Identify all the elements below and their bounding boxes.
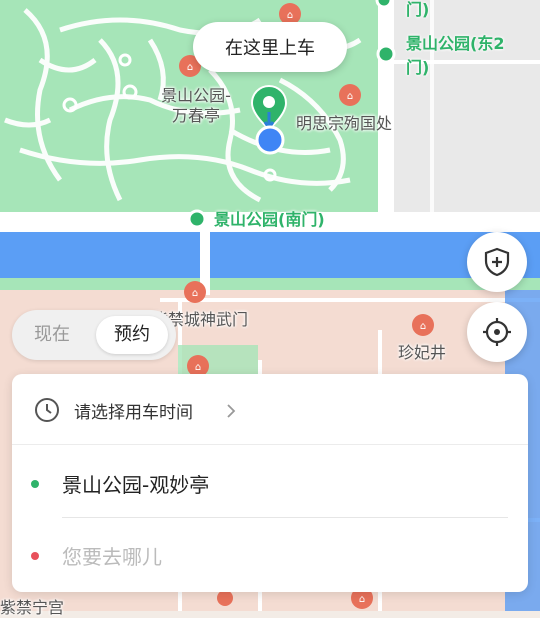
moat — [0, 232, 540, 278]
clock-icon — [35, 398, 59, 422]
time-select-row[interactable]: 请选择用车时间 — [12, 374, 528, 445]
poi-top-partial: 门) — [406, 0, 430, 19]
origin-text: 景山公园-观妙亭 — [62, 473, 210, 497]
safety-button[interactable] — [467, 232, 527, 292]
mode-book-option[interactable]: 预约 — [96, 316, 168, 354]
mode-now-option[interactable]: 现在 — [34, 310, 70, 360]
poi-zhenfei-well[interactable]: 珍妃井 — [398, 343, 446, 363]
current-location-dot — [255, 125, 285, 155]
svg-text:⌂: ⌂ — [187, 62, 193, 73]
origin-row[interactable]: 景山公园-观妙亭 — [12, 446, 528, 516]
pickup-bubble[interactable]: 在这里上车 — [193, 22, 347, 72]
destination-dot — [31, 552, 39, 560]
panel-divider — [62, 517, 508, 518]
svg-text:⌂: ⌂ — [359, 594, 365, 605]
chevron-right-icon — [227, 404, 236, 418]
svg-text:⌂: ⌂ — [420, 321, 426, 332]
destination-row[interactable]: 您要去哪儿 — [12, 520, 528, 590]
destination-input[interactable]: 您要去哪儿 — [62, 541, 162, 570]
poi-east-gate-line1[interactable]: 景山公园(东2 — [406, 34, 504, 54]
svg-text:⌂: ⌂ — [287, 10, 293, 21]
shield-plus-icon — [484, 247, 510, 277]
svg-text:⌂: ⌂ — [347, 91, 353, 102]
ride-panel: 请选择用车时间 景山公园-观妙亭 您要去哪儿 — [12, 374, 528, 592]
poi-south-gate[interactable]: 景山公园(南门) — [214, 210, 325, 230]
poi-bottom-partial: 紫禁宁宫 — [0, 598, 65, 617]
poi-memorial[interactable]: 明思宗殉国处 — [296, 114, 392, 134]
poi-east-gate-line2[interactable]: 门) — [406, 58, 429, 78]
time-prompt: 请选择用车时间 — [74, 403, 193, 423]
svg-text:⌂: ⌂ — [195, 362, 201, 373]
origin-dot — [31, 480, 39, 488]
locate-button[interactable] — [467, 302, 527, 362]
crosshair-icon — [483, 318, 511, 346]
svg-text:⌂: ⌂ — [192, 288, 198, 299]
ride-mode-toggle: 现在 预约 — [12, 310, 176, 360]
poi-park-pavilion[interactable]: 景山公园-万春亭 — [156, 86, 236, 126]
